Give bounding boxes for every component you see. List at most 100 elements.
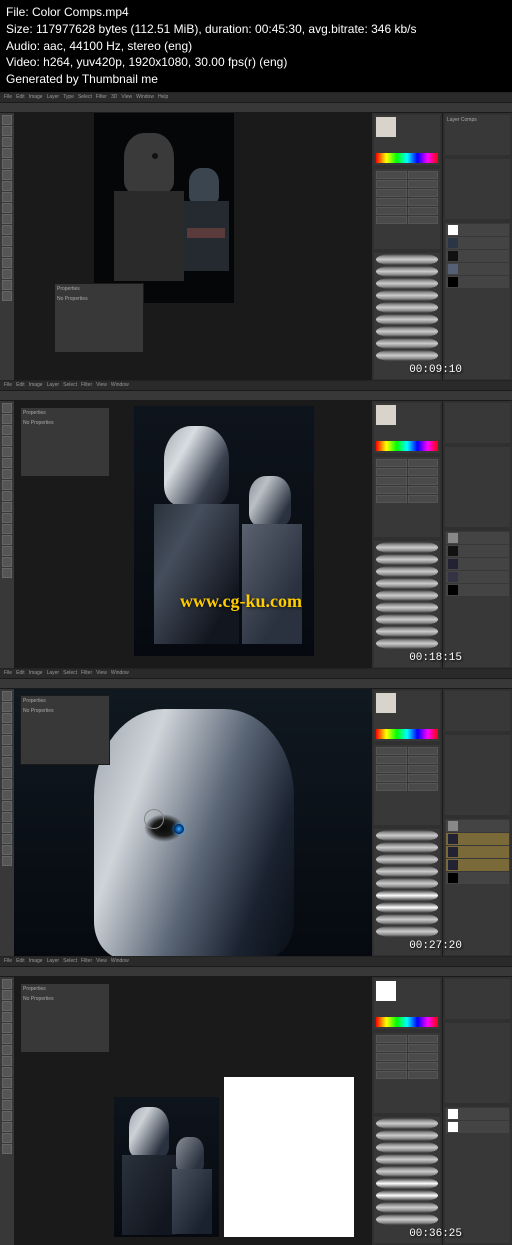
brush-preset[interactable] bbox=[376, 830, 438, 841]
tool-icon[interactable] bbox=[2, 491, 12, 501]
menu-image[interactable]: Image bbox=[29, 958, 43, 964]
layer-row-selected[interactable] bbox=[446, 846, 509, 858]
menu-type[interactable]: Type bbox=[63, 94, 74, 100]
brush-preset[interactable] bbox=[376, 542, 438, 553]
tools-panel[interactable] bbox=[0, 689, 14, 957]
menu-filter[interactable]: Filter bbox=[96, 94, 107, 100]
canvas-area[interactable]: Properties No Properties bbox=[14, 113, 372, 381]
brush-preset[interactable] bbox=[376, 602, 438, 613]
tool-icon[interactable] bbox=[2, 1056, 12, 1066]
tools-panel[interactable] bbox=[0, 113, 14, 381]
brush-preset[interactable] bbox=[376, 854, 438, 865]
tool-icon[interactable] bbox=[2, 702, 12, 712]
tool-icon[interactable] bbox=[2, 546, 12, 556]
layer-row[interactable] bbox=[446, 1121, 509, 1133]
action-button[interactable] bbox=[376, 774, 407, 782]
tool-icon[interactable] bbox=[2, 735, 12, 745]
brush-preset[interactable] bbox=[376, 878, 438, 889]
layer-row[interactable] bbox=[446, 545, 509, 557]
layers-panel[interactable] bbox=[445, 1107, 510, 1243]
foreground-swatch[interactable] bbox=[376, 117, 396, 137]
tool-icon[interactable] bbox=[2, 568, 12, 578]
menu-window[interactable]: Window bbox=[136, 94, 154, 100]
action-button[interactable] bbox=[408, 207, 439, 215]
tool-icon[interactable] bbox=[2, 1023, 12, 1033]
menu-select[interactable]: Select bbox=[63, 958, 77, 964]
menu-file[interactable]: File bbox=[4, 958, 12, 964]
wand-tool-icon[interactable] bbox=[2, 148, 12, 158]
tool-icon[interactable] bbox=[2, 823, 12, 833]
action-button[interactable] bbox=[376, 783, 407, 791]
action-button[interactable] bbox=[408, 774, 439, 782]
action-button[interactable] bbox=[376, 468, 407, 476]
foreground-swatch[interactable] bbox=[376, 405, 396, 425]
menu-image[interactable]: Image bbox=[29, 670, 43, 676]
brush-preset[interactable] bbox=[376, 278, 438, 289]
gradient-tool-icon[interactable] bbox=[2, 214, 12, 224]
foreground-swatch[interactable] bbox=[376, 693, 396, 713]
tool-icon[interactable] bbox=[2, 480, 12, 490]
tool-icon[interactable] bbox=[2, 1122, 12, 1132]
tool-icon[interactable] bbox=[2, 447, 12, 457]
action-button[interactable] bbox=[376, 765, 407, 773]
menu-layer[interactable]: Layer bbox=[47, 958, 60, 964]
layer-row[interactable] bbox=[446, 250, 509, 262]
tool-icon[interactable] bbox=[2, 524, 12, 534]
menu-filter[interactable]: Filter bbox=[81, 958, 92, 964]
properties-panel[interactable]: Properties No Properties bbox=[20, 407, 110, 477]
menubar[interactable]: File Edit Image Layer Select Filter View… bbox=[0, 957, 512, 967]
action-button[interactable] bbox=[408, 1035, 439, 1043]
action-button[interactable] bbox=[408, 216, 439, 224]
tool-icon[interactable] bbox=[2, 979, 12, 989]
action-button[interactable] bbox=[376, 180, 407, 188]
brush-preset[interactable] bbox=[376, 266, 438, 277]
brush-preset[interactable] bbox=[376, 890, 438, 901]
action-button[interactable] bbox=[376, 747, 407, 755]
action-button[interactable] bbox=[408, 495, 439, 503]
brush-preset[interactable] bbox=[376, 578, 438, 589]
action-button[interactable] bbox=[408, 477, 439, 485]
actions-panel[interactable] bbox=[374, 1033, 440, 1113]
menu-3d[interactable]: 3D bbox=[111, 94, 117, 100]
menu-edit[interactable]: Edit bbox=[16, 958, 25, 964]
brush-preset[interactable] bbox=[376, 350, 438, 361]
menu-layer[interactable]: Layer bbox=[47, 382, 60, 388]
artwork-canvas[interactable] bbox=[94, 113, 234, 303]
adjustments-panel[interactable] bbox=[445, 735, 510, 815]
artwork-canvas[interactable] bbox=[134, 406, 314, 656]
tool-icon[interactable] bbox=[2, 724, 12, 734]
menu-view[interactable]: View bbox=[121, 94, 132, 100]
action-button[interactable] bbox=[408, 180, 439, 188]
action-button[interactable] bbox=[408, 1044, 439, 1052]
hand-tool-icon[interactable] bbox=[2, 280, 12, 290]
tool-icon[interactable] bbox=[2, 768, 12, 778]
menu-file[interactable]: File bbox=[4, 382, 12, 388]
layers-panel[interactable] bbox=[445, 223, 510, 379]
tool-icon[interactable] bbox=[2, 1001, 12, 1011]
tool-icon[interactable] bbox=[2, 1111, 12, 1121]
brush-preset[interactable] bbox=[376, 326, 438, 337]
tool-icon[interactable] bbox=[2, 458, 12, 468]
adjustments-panel[interactable] bbox=[445, 447, 510, 527]
canvas-area[interactable]: Properties No Properties bbox=[14, 401, 372, 669]
brushes-panel[interactable] bbox=[374, 541, 440, 667]
tool-icon[interactable] bbox=[2, 990, 12, 1000]
action-button[interactable] bbox=[376, 1035, 407, 1043]
marquee-tool-icon[interactable] bbox=[2, 126, 12, 136]
options-bar[interactable] bbox=[0, 967, 512, 977]
zoom-tool-icon[interactable] bbox=[2, 291, 12, 301]
move-tool-icon[interactable] bbox=[2, 115, 12, 125]
options-bar[interactable] bbox=[0, 103, 512, 113]
layer-row[interactable] bbox=[446, 820, 509, 832]
menubar[interactable]: File Edit Image Layer Select Filter View… bbox=[0, 381, 512, 391]
options-bar[interactable] bbox=[0, 679, 512, 689]
tool-icon[interactable] bbox=[2, 779, 12, 789]
layer-row-selected[interactable] bbox=[446, 859, 509, 871]
properties-panel[interactable]: Properties No Properties bbox=[20, 695, 110, 765]
brushes-panel[interactable] bbox=[374, 253, 440, 379]
action-button[interactable] bbox=[408, 1071, 439, 1079]
action-button[interactable] bbox=[408, 765, 439, 773]
brushes-panel[interactable] bbox=[374, 829, 440, 955]
color-panel[interactable] bbox=[374, 691, 440, 741]
brush-preset[interactable] bbox=[376, 902, 438, 913]
